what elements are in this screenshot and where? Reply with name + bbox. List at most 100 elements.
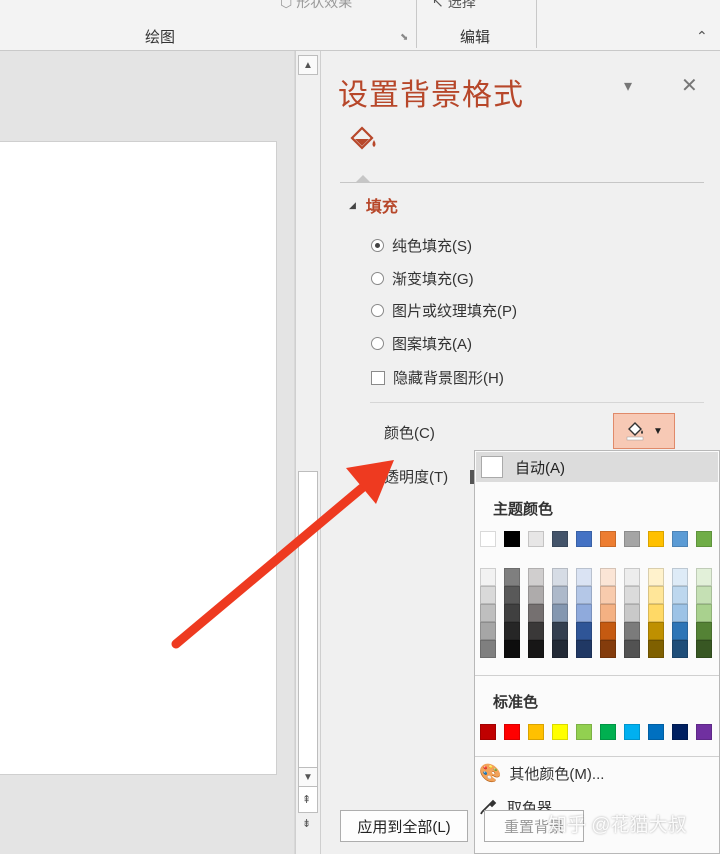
standard-color-swatch[interactable] — [600, 724, 616, 740]
theme-shade-swatch[interactable] — [624, 622, 640, 640]
radio-button[interactable] — [371, 272, 384, 285]
theme-shade-swatch[interactable] — [480, 568, 496, 586]
theme-shade-swatch[interactable] — [648, 568, 664, 586]
standard-color-swatch[interactable] — [504, 724, 520, 740]
theme-shade-swatch[interactable] — [696, 586, 712, 604]
theme-shade-swatch[interactable] — [552, 640, 568, 658]
theme-color-swatch[interactable] — [504, 531, 520, 547]
theme-color-swatch[interactable] — [600, 531, 616, 547]
theme-shade-swatch[interactable] — [624, 568, 640, 586]
theme-color-swatch[interactable] — [648, 531, 664, 547]
theme-shade-swatch[interactable] — [648, 604, 664, 622]
theme-shade-swatch[interactable] — [552, 568, 568, 586]
theme-color-swatch[interactable] — [552, 531, 568, 547]
fill-color-button[interactable]: ▼ — [613, 413, 675, 449]
theme-shade-swatch[interactable] — [480, 604, 496, 622]
theme-color-swatch[interactable] — [672, 531, 688, 547]
solid-fill-radio[interactable]: 纯色填充(S) — [371, 235, 472, 256]
theme-shade-swatch[interactable] — [696, 568, 712, 586]
theme-shade-swatch[interactable] — [576, 640, 592, 658]
radio-button[interactable] — [371, 337, 384, 350]
scroll-down-icon[interactable]: ▼ — [298, 767, 318, 787]
theme-shade-swatch[interactable] — [696, 640, 712, 658]
theme-shade-swatch[interactable] — [480, 586, 496, 604]
automatic-color-option[interactable]: 自动(A) — [476, 452, 718, 482]
theme-shade-swatch[interactable] — [576, 604, 592, 622]
theme-shade-swatch[interactable] — [576, 586, 592, 604]
standard-color-swatch[interactable] — [576, 724, 592, 740]
theme-shade-swatch[interactable] — [672, 568, 688, 586]
theme-shade-swatch[interactable] — [504, 640, 520, 658]
theme-color-swatch[interactable] — [624, 531, 640, 547]
fill-section-header[interactable]: ◢ 填充 — [349, 193, 398, 217]
standard-color-swatch[interactable] — [648, 724, 664, 740]
theme-color-swatch[interactable] — [528, 531, 544, 547]
standard-color-swatch[interactable] — [528, 724, 544, 740]
theme-shade-swatch[interactable] — [600, 622, 616, 640]
drawing-dialog-launcher-icon[interactable]: ⬊ — [400, 32, 408, 43]
next-slide-icon[interactable]: ⇟ — [302, 817, 311, 830]
checkbox[interactable] — [371, 370, 385, 385]
theme-shade-swatch[interactable] — [528, 622, 544, 640]
close-pane-icon[interactable]: ✕ — [681, 73, 698, 98]
theme-color-swatch[interactable] — [576, 531, 592, 547]
theme-shade-swatch[interactable] — [504, 568, 520, 586]
shape-effects-button[interactable]: ⬡ 形状效果 — [280, 0, 352, 12]
theme-shade-swatch[interactable] — [672, 586, 688, 604]
scroll-thumb[interactable] — [298, 471, 318, 813]
theme-shade-swatch[interactable] — [624, 586, 640, 604]
pane-options-chevron-icon[interactable]: ▾ — [624, 76, 632, 96]
theme-shade-swatch[interactable] — [624, 640, 640, 658]
theme-shade-swatch[interactable] — [600, 586, 616, 604]
theme-shade-swatch[interactable] — [528, 568, 544, 586]
theme-shade-swatch[interactable] — [480, 622, 496, 640]
theme-shade-swatch[interactable] — [528, 604, 544, 622]
theme-shade-swatch[interactable] — [552, 622, 568, 640]
theme-shade-swatch[interactable] — [600, 640, 616, 658]
theme-shade-swatch[interactable] — [696, 622, 712, 640]
radio-button[interactable] — [371, 304, 384, 317]
previous-slide-icon[interactable]: ⇞ — [302, 793, 311, 806]
theme-shade-swatch[interactable] — [696, 604, 712, 622]
more-colors-option[interactable]: 🎨 其他颜色(M)... — [479, 763, 604, 784]
apply-to-all-button[interactable]: 应用到全部(L) — [340, 810, 468, 842]
theme-shade-swatch[interactable] — [480, 640, 496, 658]
theme-shade-swatch[interactable] — [576, 568, 592, 586]
theme-shade-swatch[interactable] — [504, 604, 520, 622]
gradient-fill-radio[interactable]: 渐变填充(G) — [371, 268, 474, 289]
standard-color-swatch[interactable] — [624, 724, 640, 740]
pane-title: 设置背景格式 — [338, 79, 524, 112]
scroll-up-icon[interactable]: ▲ — [298, 55, 318, 75]
hide-background-graphics-checkbox[interactable]: 隐藏背景图形(H) — [371, 367, 504, 388]
fill-tab-icon[interactable] — [346, 124, 380, 157]
pattern-fill-radio[interactable]: 图案填充(A) — [371, 333, 472, 354]
theme-shade-swatch[interactable] — [552, 586, 568, 604]
theme-shade-swatch[interactable] — [600, 604, 616, 622]
theme-shade-swatch[interactable] — [552, 604, 568, 622]
theme-shade-swatch[interactable] — [648, 622, 664, 640]
standard-color-swatch[interactable] — [696, 724, 712, 740]
theme-shade-swatch[interactable] — [672, 640, 688, 658]
vertical-scrollbar[interactable]: ▲ ▼ ⇞ ⇟ — [295, 51, 320, 854]
picture-texture-fill-radio[interactable]: 图片或纹理填充(P) — [371, 300, 517, 321]
theme-shade-swatch[interactable] — [672, 622, 688, 640]
theme-shade-swatch[interactable] — [504, 586, 520, 604]
standard-color-swatch[interactable] — [672, 724, 688, 740]
select-button[interactable]: ↖ 选择 — [432, 0, 476, 12]
theme-shade-swatch[interactable] — [648, 640, 664, 658]
theme-shade-swatch[interactable] — [504, 622, 520, 640]
theme-shade-swatch[interactable] — [528, 640, 544, 658]
theme-shade-swatch[interactable] — [624, 604, 640, 622]
standard-color-swatch[interactable] — [552, 724, 568, 740]
theme-color-swatch[interactable] — [480, 531, 496, 547]
theme-color-swatch[interactable] — [696, 531, 712, 547]
theme-shade-swatch[interactable] — [576, 622, 592, 640]
theme-shade-swatch[interactable] — [648, 586, 664, 604]
collapse-ribbon-icon[interactable]: ⌃ — [696, 28, 708, 45]
slide-canvas[interactable] — [0, 141, 277, 775]
theme-shade-swatch[interactable] — [600, 568, 616, 586]
standard-color-swatch[interactable] — [480, 724, 496, 740]
theme-shade-swatch[interactable] — [528, 586, 544, 604]
radio-button[interactable] — [371, 239, 384, 252]
theme-shade-swatch[interactable] — [672, 604, 688, 622]
